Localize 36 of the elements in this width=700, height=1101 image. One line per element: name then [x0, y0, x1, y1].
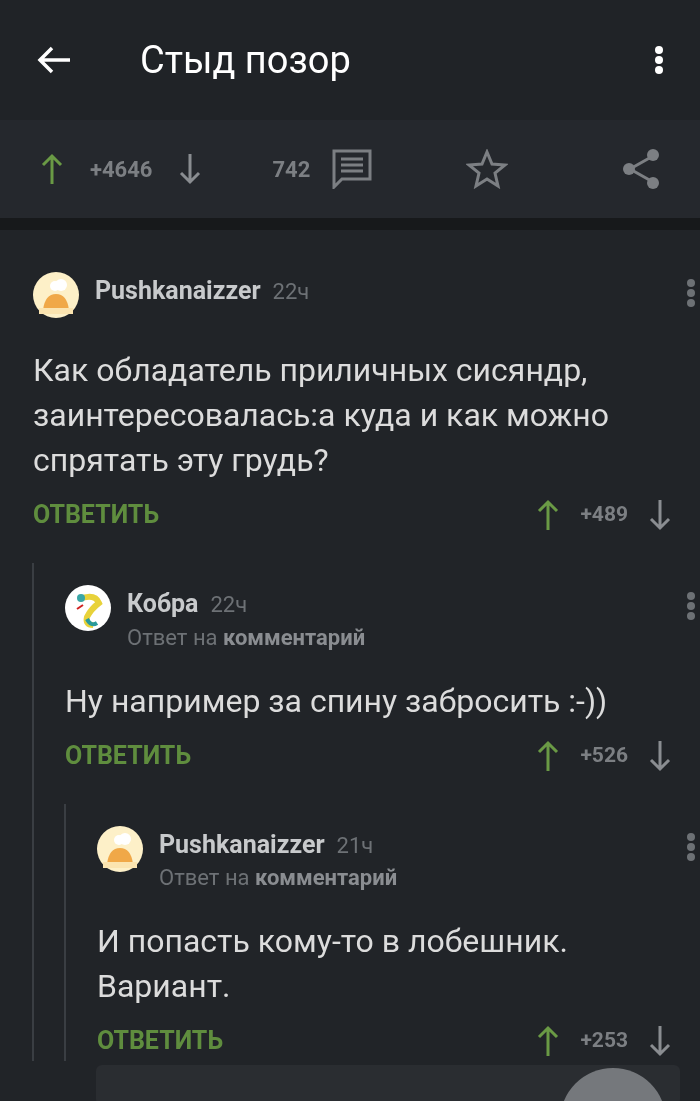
downvote-icon[interactable]	[648, 738, 672, 773]
upvote-icon[interactable]	[40, 152, 64, 186]
downvote-icon[interactable]	[648, 498, 672, 532]
comment-time: 22ч	[210, 591, 248, 619]
reply-button[interactable]: ОТВЕТИТЬ	[65, 736, 192, 775]
star-icon[interactable]	[466, 149, 509, 189]
upvote-icon[interactable]	[536, 498, 561, 532]
avatar[interactable]	[33, 272, 79, 318]
more-options-icon[interactable]	[654, 45, 664, 75]
back-icon[interactable]	[36, 45, 72, 75]
comment-text: Ну например за спину забросить :-))	[65, 680, 609, 722]
reply-button[interactable]: ОТВЕТИТЬ	[97, 1022, 224, 1060]
downvote-icon[interactable]	[648, 1024, 672, 1058]
post-rating: +4646	[90, 155, 153, 184]
comment-author[interactable]: Кобра	[127, 585, 199, 623]
comment-rating: +253	[580, 1027, 628, 1055]
comment-time: 22ч	[272, 278, 310, 306]
comment-author[interactable]: Pushkanaizzer	[159, 825, 325, 863]
downvote-icon[interactable]	[178, 152, 203, 186]
app-bar-title: Стыд позор	[140, 36, 351, 84]
reply-to-text: Ответ на комментарий	[159, 864, 399, 892]
avatar[interactable]	[97, 825, 143, 872]
comment-text: Как обладатель приличных сисяндр, заинтересовалась:а куда и как можно спрятать эту грудь?	[33, 350, 610, 481]
comment-author[interactable]: Pushkanaizzer	[95, 272, 261, 310]
share-icon[interactable]	[622, 148, 660, 190]
upvote-icon[interactable]	[536, 1024, 561, 1058]
comment-time: 21ч	[336, 831, 374, 860]
comment-text: И попасть кому-то в лобешник. Вариант.	[97, 921, 569, 1007]
comments-icon[interactable]	[332, 149, 373, 189]
comments-count: 742	[272, 155, 311, 184]
reply-to-text: Ответ на комментарий	[127, 623, 367, 652]
avatar[interactable]	[65, 585, 111, 631]
reply-button[interactable]: ОТВЕТИТЬ	[33, 496, 160, 534]
upvote-icon[interactable]	[536, 738, 561, 773]
comment-rating: +489	[580, 501, 628, 529]
comment-rating: +526	[580, 741, 628, 769]
